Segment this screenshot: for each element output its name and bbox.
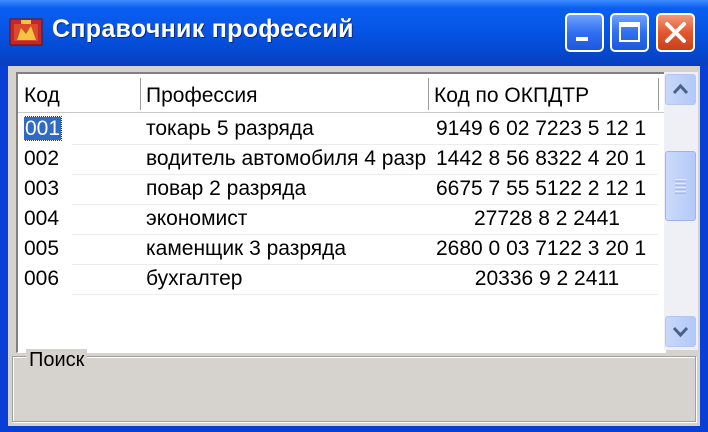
chevron-down-icon xyxy=(672,326,689,338)
cell-code[interactable]: 001 xyxy=(24,114,132,144)
cell-okpdtr[interactable]: 9149 6 02 7223 5 12 1 xyxy=(436,114,658,144)
vertical-scrollbar[interactable] xyxy=(664,72,698,350)
cell-code[interactable]: 004 xyxy=(24,204,132,234)
column-header-profession[interactable]: Профессия xyxy=(146,80,258,112)
cell-profession[interactable]: водитель автомобиля 4 разряда xyxy=(146,144,426,174)
search-label: Поиск xyxy=(26,349,88,372)
cell-code[interactable]: 002 xyxy=(24,144,132,174)
window-title: Справочник профессий xyxy=(52,15,354,43)
cell-okpdtr[interactable]: 1442 8 56 8322 4 20 1 xyxy=(436,144,658,174)
cell-code[interactable]: 006 xyxy=(24,264,132,294)
cell-okpdtr[interactable]: 2680 0 03 7122 3 20 1 xyxy=(436,234,658,264)
column-header-okpdtr[interactable]: Код по ОКПДТР xyxy=(434,80,589,112)
scroll-up-button[interactable] xyxy=(665,74,696,105)
close-icon xyxy=(665,22,686,43)
minimize-button[interactable] xyxy=(565,13,604,52)
chevron-up-icon xyxy=(672,83,689,95)
grip-icon xyxy=(675,179,686,194)
maximize-icon xyxy=(619,22,640,42)
close-button[interactable] xyxy=(656,13,695,52)
header-divider xyxy=(18,112,666,113)
window-client-area: Код Профессия Код по ОКПДТР 001 токарь 5… xyxy=(8,66,700,426)
minimize-icon xyxy=(576,37,588,41)
column-divider[interactable] xyxy=(140,78,141,110)
search-groupbox xyxy=(12,356,696,422)
coat-of-arms-icon xyxy=(9,18,43,46)
cell-profession[interactable]: каменщик 3 разряда xyxy=(146,234,426,264)
column-divider[interactable] xyxy=(428,78,429,110)
app-window: Справочник профессий Код Профессия Код п… xyxy=(0,0,708,432)
professions-table[interactable]: Код Профессия Код по ОКПДТР 001 токарь 5… xyxy=(16,72,666,353)
column-divider[interactable] xyxy=(658,78,659,110)
cell-okpdtr[interactable]: 27728 8 2 2441 xyxy=(436,204,658,234)
row-divider xyxy=(72,294,658,295)
cell-profession[interactable]: токарь 5 разряда xyxy=(146,114,426,144)
cell-okpdtr[interactable]: 6675 7 55 5122 2 12 1 xyxy=(436,174,658,204)
maximize-button[interactable] xyxy=(610,13,649,52)
scroll-thumb[interactable] xyxy=(665,151,696,221)
cell-profession[interactable]: экономист xyxy=(146,204,426,234)
cell-profession[interactable]: повар 2 разряда xyxy=(146,174,426,204)
cell-okpdtr[interactable]: 20336 9 2 2411 xyxy=(436,264,658,294)
cell-code[interactable]: 003 xyxy=(24,174,132,204)
scroll-down-button[interactable] xyxy=(665,316,696,347)
title-bar[interactable]: Справочник профессий xyxy=(0,0,708,66)
cell-code-text: 001 xyxy=(24,117,62,140)
cell-code[interactable]: 005 xyxy=(24,234,132,264)
cell-profession[interactable]: бухгалтер xyxy=(146,264,426,294)
column-header-code[interactable]: Код xyxy=(24,80,60,112)
